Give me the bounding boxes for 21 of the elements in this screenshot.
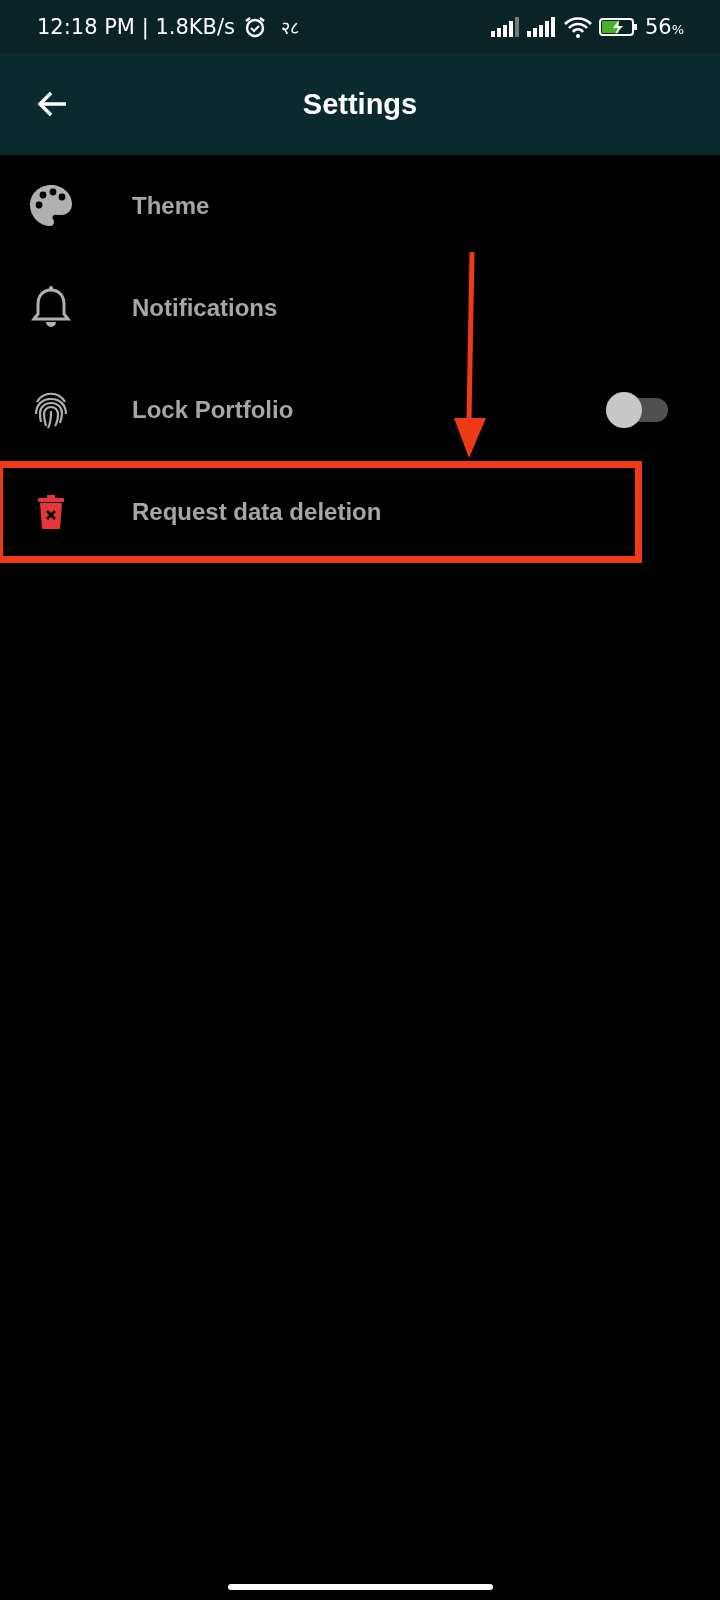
back-arrow-icon[interactable] (36, 90, 68, 118)
settings-item[interactable]: Theme (0, 155, 720, 257)
item-label: Theme (132, 192, 211, 220)
trash-icon (38, 495, 64, 529)
status-text: २८ (281, 16, 299, 39)
screen-title: Settings (302, 87, 418, 121)
fingerprint-icon (33, 390, 69, 430)
signal-icon (526, 16, 557, 37)
item-label: Notifications (132, 294, 279, 322)
settings-item[interactable]: Notifications (0, 257, 720, 359)
wifi-icon (562, 15, 593, 38)
toggle-switch[interactable] (606, 392, 668, 428)
palette-icon (28, 183, 74, 229)
alarm-icon (243, 14, 267, 39)
battery-icon (598, 16, 639, 37)
status-time: 12:18 PM | 1.8KB/s (37, 14, 235, 39)
settings-item[interactable]: Request data deletion (0, 461, 720, 563)
item-label: Request data deletion (132, 498, 383, 526)
item-label: Lock Portfolio (132, 396, 295, 424)
signal-icon (490, 16, 521, 37)
battery-level: 56% (644, 14, 684, 39)
